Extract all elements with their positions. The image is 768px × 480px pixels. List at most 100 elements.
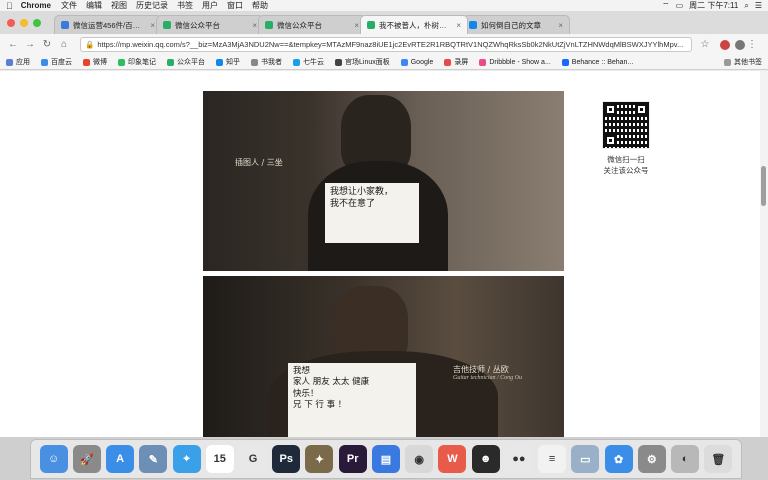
zhihu-icon (216, 58, 223, 66)
search-icon[interactable]: ⌕ (744, 1, 748, 11)
zoom-window-button[interactable] (33, 19, 41, 27)
scrollbar-thumb[interactable] (761, 166, 766, 206)
tab-close-icon[interactable]: × (354, 21, 359, 30)
extension-icon[interactable] (720, 39, 730, 50)
preview-icon[interactable]: ✎ (139, 445, 168, 473)
qr-follow-label: 关注该公众号 (603, 165, 649, 175)
qq-icon[interactable]: ☻ (471, 445, 500, 473)
qr-code (602, 101, 650, 149)
new-tab-button[interactable] (564, 15, 582, 34)
cheetah-icon[interactable]: ✦ (305, 445, 334, 473)
system-prefs-icon[interactable]: ⚙ (637, 445, 666, 473)
bookmark-apps[interactable]: 应用 (6, 57, 30, 67)
browser-tab[interactable]: 如何倒自己的文章 × (462, 15, 570, 34)
bookmark-item[interactable]: Dribbble - Show a... (479, 58, 551, 66)
bookmark-item[interactable]: 公众平台 (167, 57, 205, 67)
wifi-icon[interactable]: ⌔ (662, 1, 670, 11)
bookmark-item[interactable]: 录屏 (444, 57, 468, 67)
other-bookmarks[interactable]: 其他书签 (724, 57, 762, 67)
stack-icon[interactable]: ▭ (571, 445, 600, 473)
menu-bookmarks[interactable]: 书签 (177, 0, 193, 11)
notification-center-icon[interactable]: ☰ (755, 1, 762, 10)
safari-icon[interactable]: ⌖ (172, 445, 201, 473)
tab-label: 微信公众平台 (175, 20, 220, 30)
desktop-strip: ☺ 🚀 A ✎ ⌖ 15 G Ps ✦ Pr ▤ ◉ W ☻ ●● ≡ ▭ ✿ ⚙ ◐ 🗑 (0, 437, 768, 480)
linux-panel-icon (335, 58, 342, 66)
menu-history[interactable]: 历史记录 (136, 0, 168, 11)
trash-icon[interactable]: 🗑 (704, 445, 733, 473)
app-store-icon[interactable]: A (106, 445, 135, 473)
bookmark-item[interactable]: 百度云 (41, 57, 72, 67)
back-arrow-icon[interactable]: ← (6, 39, 20, 50)
handwritten-sign: 我想让小家教， 我不在意了 (325, 183, 419, 243)
wps-icon[interactable]: W (438, 445, 467, 473)
menu-window[interactable]: 窗口 (227, 0, 243, 11)
menu-view[interactable]: 视图 (111, 0, 127, 11)
bookmark-item[interactable]: 微博 (83, 57, 107, 67)
browser-tab[interactable]: 微信公众平台 × (258, 15, 366, 34)
menu-people[interactable]: 用户 (202, 0, 218, 11)
bookmark-item[interactable]: 知乎 (216, 57, 240, 67)
profile-avatar-icon[interactable] (735, 39, 745, 50)
lock-icon: 🔒 (85, 40, 95, 49)
bookmark-label: 七牛云 (303, 59, 324, 66)
bookmark-label: 印象笔记 (128, 59, 156, 66)
qr-code-panel: 微信扫一扫 关注该公众号 (576, 91, 676, 176)
bookmark-label: Google (410, 58, 434, 66)
finder-icon[interactable]: ☺ (39, 445, 68, 473)
address-bar[interactable]: 🔒 https://mp.weixin.qq.com/s?__biz=MzA3M… (80, 37, 692, 52)
page-scrollbar[interactable] (760, 71, 768, 437)
apps-grid-icon (6, 58, 13, 66)
chrome-menu-icon[interactable]: ⋮ (745, 39, 759, 50)
wechat-icon[interactable]: ●● (504, 445, 533, 473)
tab-favicon-icon (265, 21, 273, 29)
bookmark-item[interactable]: 印象笔记 (118, 57, 156, 67)
premiere-icon[interactable]: Pr (338, 445, 367, 473)
bookmark-item[interactable]: Google (400, 58, 434, 66)
article-page: 我想让小家教， 我不在意了 插图人 / 三坐 我想 家人 朋友 太太 健康 快乐… (0, 71, 768, 437)
menu-file[interactable]: 文件 (61, 0, 77, 11)
disk-utility-icon[interactable]: ◐ (671, 445, 700, 473)
bookmark-label: Behance :: Behan... (571, 58, 634, 66)
photos-icon[interactable]: ✿ (604, 445, 633, 473)
bookmark-item[interactable]: 七牛云 (293, 57, 324, 67)
apple-menu-icon[interactable]:  (6, 1, 13, 11)
tab-close-icon[interactable]: × (252, 21, 257, 30)
bookmark-label: 其他书签 (734, 59, 762, 66)
chrome-icon[interactable]: ◉ (405, 445, 434, 473)
browser-toolbar: ← → ↻ ⌂ 🔒 https://mp.weixin.qq.com/s?__b… (0, 34, 768, 55)
app-menu[interactable]: Chrome (21, 1, 51, 10)
article-photo: 我想 家人 朋友 太太 健康 快乐！ 兄 下 行 事 ！ 吉他技师 / 丛欧 G… (203, 276, 564, 437)
browser-tab-active[interactable]: 我不被普人，朴树推荐的电影 × (360, 15, 468, 34)
notes-icon[interactable]: ≡ (538, 445, 567, 473)
dribbble-icon (479, 58, 487, 66)
tab-close-icon[interactable]: × (150, 21, 155, 30)
home-icon[interactable]: ⌂ (57, 39, 71, 50)
photoshop-icon[interactable]: Ps (272, 445, 301, 473)
menubar-clock[interactable]: 周二 下午7:11 (689, 0, 738, 11)
tab-close-icon[interactable]: × (456, 21, 461, 30)
screen-record-icon (444, 58, 452, 66)
qr-finder (604, 134, 617, 147)
tab-close-icon[interactable]: × (558, 21, 563, 30)
sign-line: 我不在意了 (330, 199, 376, 210)
menu-edit[interactable]: 编辑 (86, 0, 102, 11)
app-g-icon[interactable]: G (239, 445, 268, 473)
minimize-window-button[interactable] (20, 19, 28, 27)
bookmark-label: 应用 (16, 59, 30, 66)
forward-arrow-icon[interactable]: → (23, 39, 37, 50)
bookmark-star-icon[interactable]: ☆ (698, 39, 712, 50)
battery-icon[interactable]: ▭ (676, 1, 684, 10)
bookmark-item[interactable]: 书我者 (251, 57, 282, 67)
reload-icon[interactable]: ↻ (40, 39, 54, 50)
keynote-icon[interactable]: ▤ (371, 445, 400, 473)
bookmark-label: 公众平台 (177, 59, 205, 66)
calendar-icon[interactable]: 15 (205, 445, 234, 473)
close-window-button[interactable] (7, 19, 15, 27)
menu-help[interactable]: 帮助 (252, 0, 268, 11)
browser-tab[interactable]: 微信运营456件/百度脑图 × (54, 15, 162, 34)
launchpad-icon[interactable]: 🚀 (72, 445, 101, 473)
bookmark-item[interactable]: Behance :: Behan... (561, 58, 634, 66)
bookmark-item[interactable]: 官场Linux面板 (335, 57, 390, 67)
browser-tab[interactable]: 微信公众平台 × (156, 15, 264, 34)
